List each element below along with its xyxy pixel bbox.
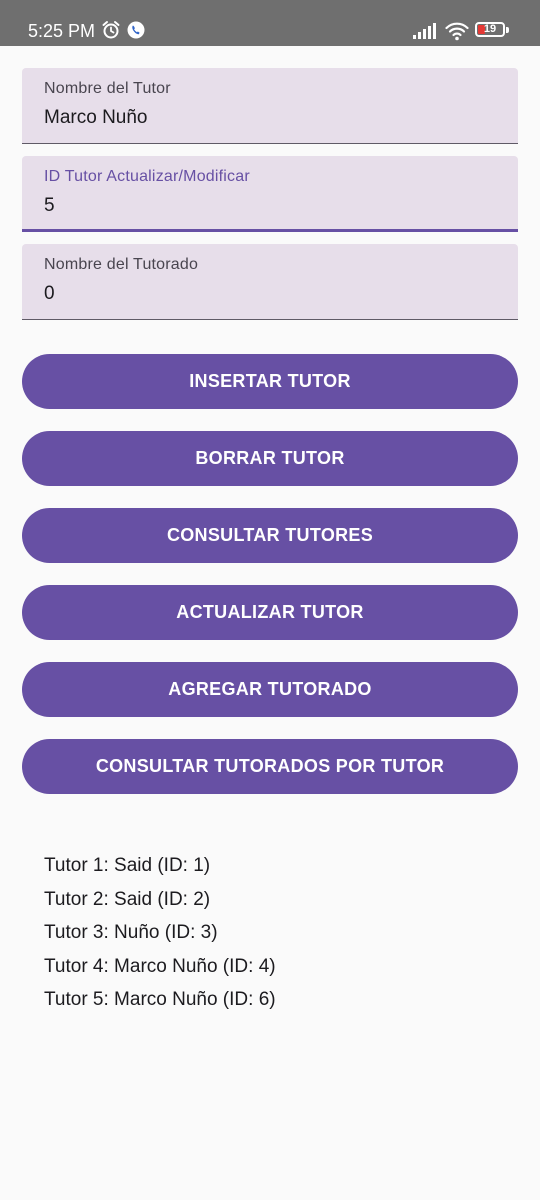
result-item: Tutor 2: Said (ID: 2) (44, 888, 211, 910)
battery-tip (506, 27, 509, 33)
result-item: Tutor 4: Marco Nuño (ID: 4) (44, 955, 276, 977)
signal-icon (413, 23, 437, 44)
battery-level: 19 (483, 23, 497, 35)
tutorado-name-label: Nombre del Tutorado (44, 256, 199, 273)
tutor-name-field[interactable]: Nombre del Tutor Marco Nuño (22, 68, 518, 144)
tutorado-name-value[interactable]: 0 (44, 283, 55, 305)
status-time: 5:25 PM (28, 21, 96, 41)
result-item: Tutor 3: Nuño (ID: 3) (44, 922, 218, 943)
tutorado-name-field[interactable]: Nombre del Tutorado 0 (22, 244, 518, 320)
result-item: Tutor 1: Said (ID: 1) (44, 855, 211, 876)
insertar-tutor-button[interactable]: INSERTAR TUTOR (22, 354, 518, 409)
tutor-id-field[interactable]: ID Tutor Actualizar/Modificar 5 (22, 156, 518, 232)
tutor-id-value[interactable]: 5 (44, 195, 55, 217)
phone-icon (127, 21, 145, 44)
agregar-tutorado-button[interactable]: AGREGAR TUTORADO (22, 662, 518, 717)
results-list: Tutor 1: Said (ID: 1) Tutor 2: Said (ID:… (44, 852, 276, 1020)
actualizar-tutor-button[interactable]: ACTUALIZAR TUTOR (22, 585, 518, 640)
result-item: Tutor 5: Marco Nuño (ID: 6) (44, 989, 276, 1010)
wifi-icon (445, 21, 469, 46)
consultar-tutores-button[interactable]: CONSULTAR TUTORES (22, 508, 518, 563)
consultar-tutorados-button[interactable]: CONSULTAR TUTORADOS POR TUTOR (22, 739, 518, 794)
status-bar: 5:25 PM 19 (0, 0, 540, 46)
tutor-name-value[interactable]: Marco Nuño (44, 107, 148, 129)
tutor-id-label: ID Tutor Actualizar/Modificar (44, 168, 250, 185)
borrar-tutor-button[interactable]: BORRAR TUTOR (22, 431, 518, 486)
alarm-icon (101, 20, 121, 45)
battery-icon: 19 (475, 22, 505, 37)
tutor-name-label: Nombre del Tutor (44, 80, 171, 97)
